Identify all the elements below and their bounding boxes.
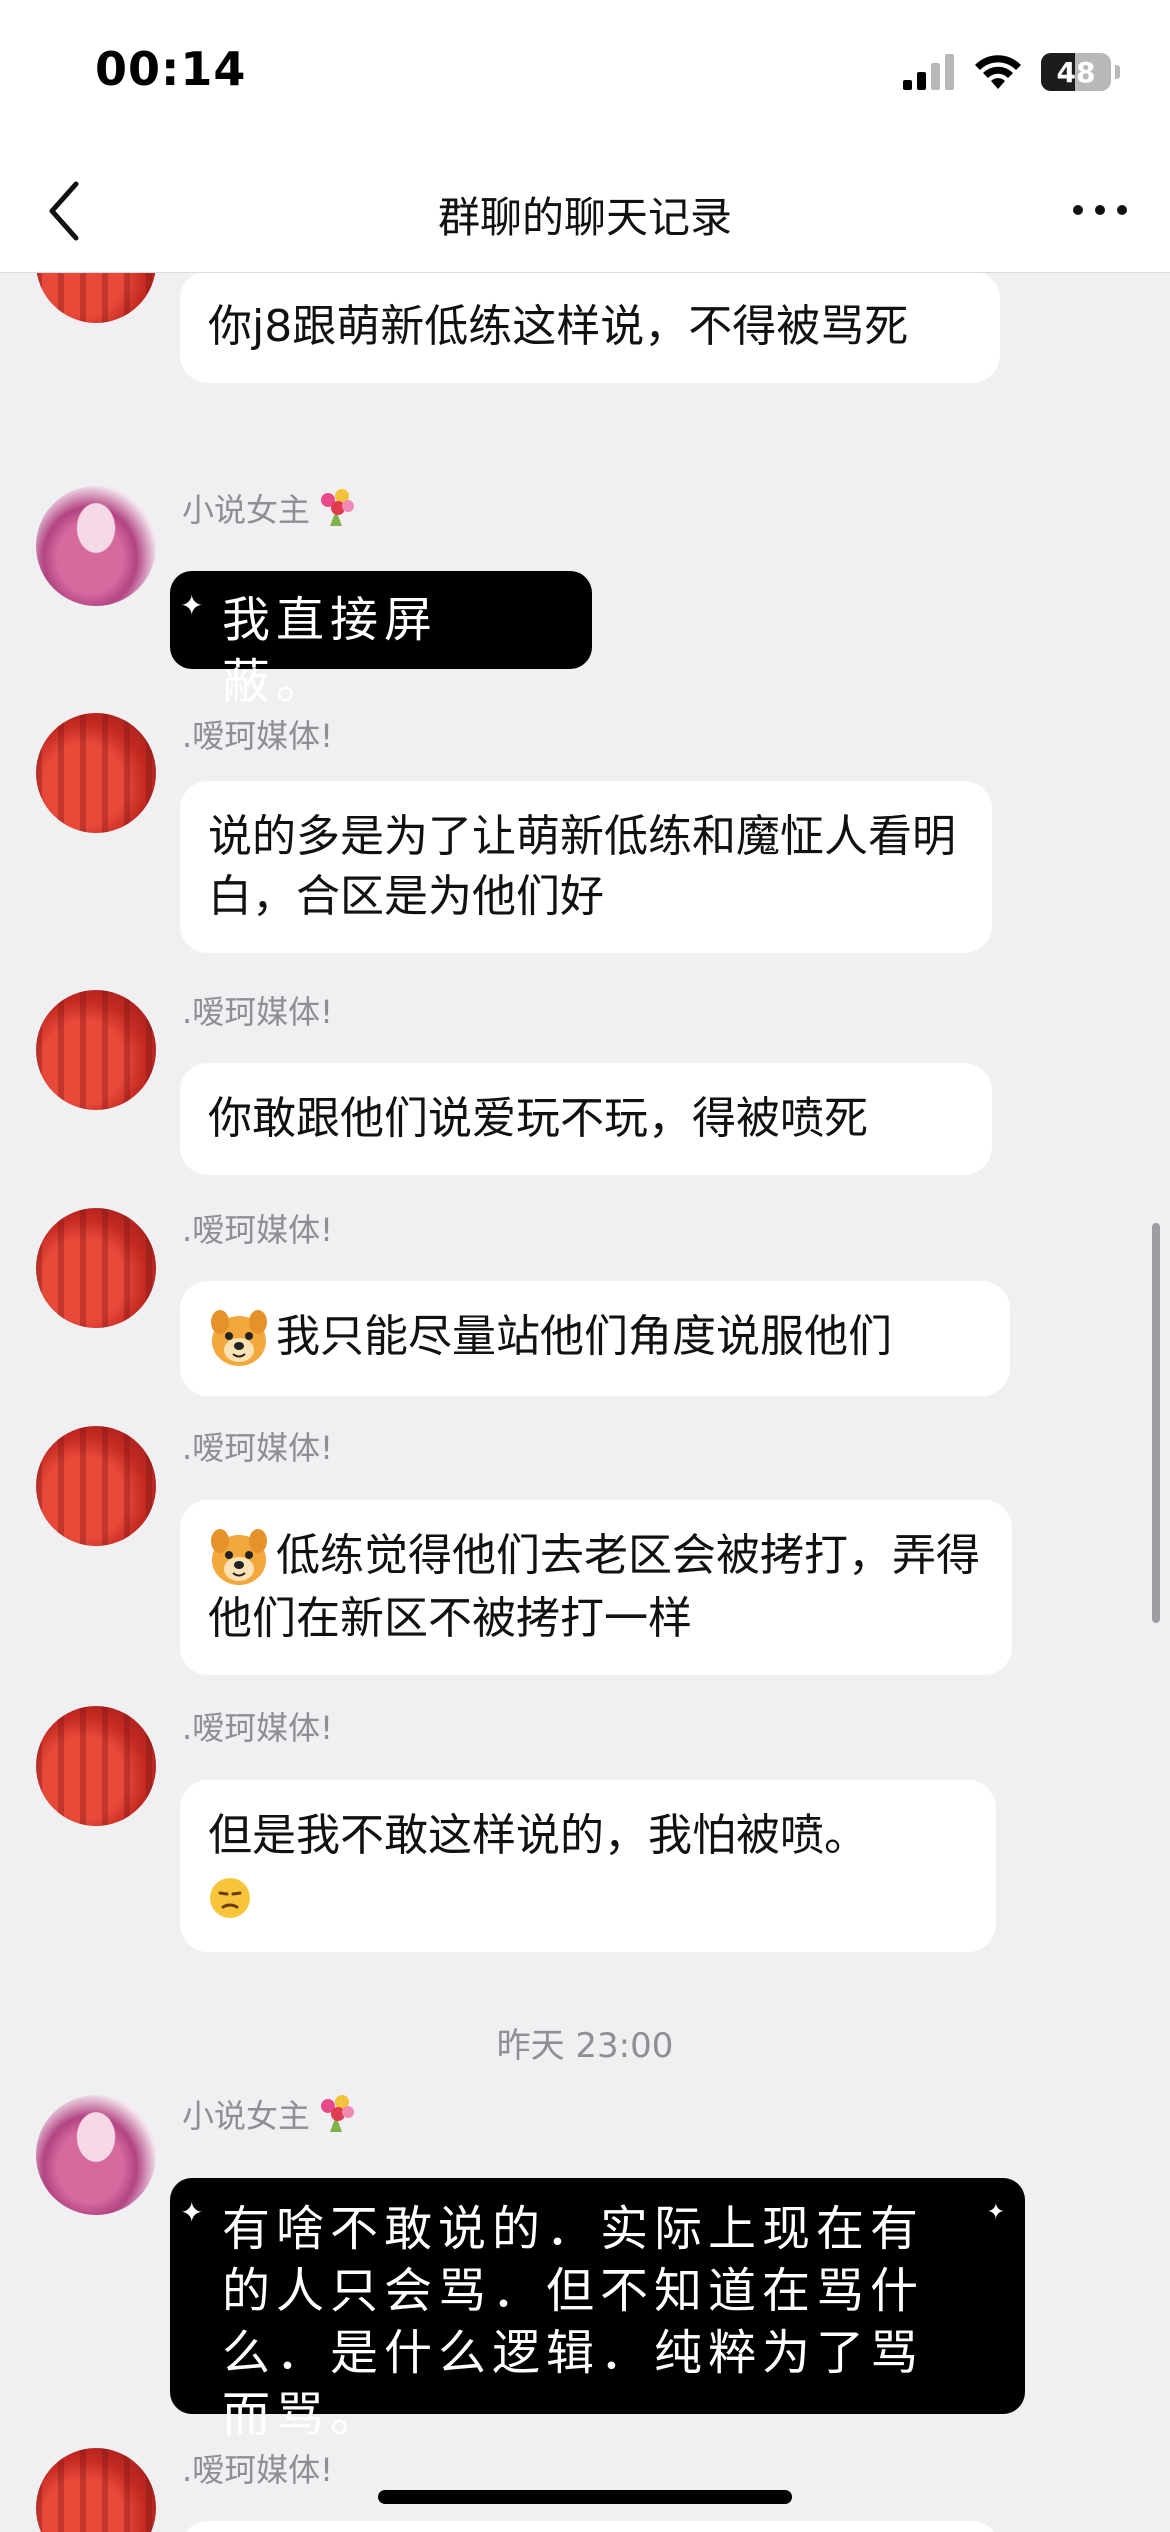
page-title: 群聊的聊天记录 bbox=[437, 193, 732, 242]
battery-tip bbox=[1115, 65, 1120, 79]
dog-face-emoji-icon bbox=[211, 1529, 267, 1585]
message-bubble[interactable]: 低练觉得他们去老区会被拷打，弄得他们在新区不被拷打一样 bbox=[180, 1500, 1012, 1675]
sender-name: .嗳珂媒体! bbox=[182, 2451, 334, 2489]
avatar[interactable] bbox=[36, 990, 156, 1110]
message-bubble[interactable]: 你j8跟萌新低练这样说，不得被骂死 bbox=[180, 273, 1000, 383]
bouquet-emoji-icon bbox=[321, 489, 355, 526]
avatar[interactable] bbox=[36, 2448, 156, 2532]
sparkle-icon: ✦ bbox=[180, 589, 210, 622]
status-time: 00:14 bbox=[95, 42, 247, 96]
message-text: 但是我不敢这样说的，我怕被喷。 bbox=[208, 1810, 868, 1861]
avatar[interactable] bbox=[36, 273, 156, 323]
avatar[interactable] bbox=[36, 2095, 156, 2215]
nav-bar: 群聊的聊天记录 bbox=[0, 150, 1170, 273]
message-bubble[interactable]: 但是我不敢这样说的，我怕被喷。 bbox=[180, 1780, 996, 1952]
sender-name: .嗳珂媒体! bbox=[182, 1429, 334, 1467]
chat-history[interactable]: 你j8跟萌新低练这样说，不得被骂死 小说女主 ✦ 我直接屏蔽。 .嗳珂媒体! 说… bbox=[0, 273, 1170, 2532]
message-bubble[interactable] bbox=[180, 2521, 1000, 2532]
message-text: 低练觉得他们去老区会被拷打，弄得他们在新区不被拷打一样 bbox=[208, 1530, 980, 1644]
sender-name-text: 小说女主 bbox=[182, 491, 311, 529]
timestamp: 昨天 23:00 bbox=[496, 2026, 674, 2066]
avatar[interactable] bbox=[36, 1426, 156, 1546]
message-text: 我只能尽量站他们角度说服他们 bbox=[276, 1311, 892, 1362]
avatar[interactable] bbox=[36, 713, 156, 833]
sender-name: 小说女主 bbox=[182, 485, 358, 531]
avatar[interactable] bbox=[36, 1208, 156, 1328]
home-indicator[interactable] bbox=[378, 2490, 792, 2504]
sender-name: .嗳珂媒体! bbox=[182, 717, 334, 755]
more-dots-icon[interactable] bbox=[1070, 190, 1130, 230]
message-text: 我直接屏蔽。 bbox=[222, 592, 439, 710]
status-icons: 48 bbox=[903, 50, 1120, 94]
dog-face-emoji-icon bbox=[211, 1310, 267, 1366]
avatar[interactable] bbox=[36, 1706, 156, 1826]
message-bubble[interactable]: 说的多是为了让萌新低练和魔怔人看明白，合区是为他们好 bbox=[180, 781, 992, 953]
sender-name: 小说女主 bbox=[182, 2091, 358, 2137]
sparkle-icon: ✦ bbox=[180, 2196, 210, 2229]
status-bar: 00:14 48 bbox=[0, 0, 1170, 150]
battery-level: 48 bbox=[1056, 55, 1096, 89]
battery-icon: 48 bbox=[1041, 53, 1111, 91]
unamused-face-emoji-icon bbox=[210, 1878, 250, 1918]
avatar[interactable] bbox=[36, 486, 156, 606]
sender-name: .嗳珂媒体! bbox=[182, 1211, 334, 1249]
message-bubble-styled[interactable]: ✦ 我直接屏蔽。 bbox=[170, 571, 592, 710]
scrollbar[interactable] bbox=[1152, 1223, 1160, 1623]
sparkle-icon: ✦ bbox=[986, 2200, 1011, 2225]
message-bubble-styled[interactable]: ✦ ✦ 有啥不敢说的．实际上现在有的人只会骂．但不知道在骂什么．是什么逻辑．纯粹… bbox=[170, 2178, 1025, 2443]
sender-name: .嗳珂媒体! bbox=[182, 1709, 334, 1747]
bouquet-emoji-icon bbox=[321, 2095, 355, 2132]
message-bubble[interactable]: 我只能尽量站他们角度说服他们 bbox=[180, 1281, 1010, 1396]
cellular-signal-icon bbox=[903, 54, 954, 90]
message-bubble[interactable]: 你敢跟他们说爱玩不玩，得被喷死 bbox=[180, 1063, 992, 1175]
sender-name-text: 小说女主 bbox=[182, 2097, 311, 2135]
wifi-icon bbox=[975, 55, 1021, 89]
sender-name: .嗳珂媒体! bbox=[182, 993, 334, 1031]
message-text: 有啥不敢说的．实际上现在有的人只会骂．但不知道在骂什么．是什么逻辑．纯粹为了骂而… bbox=[222, 2201, 925, 2443]
